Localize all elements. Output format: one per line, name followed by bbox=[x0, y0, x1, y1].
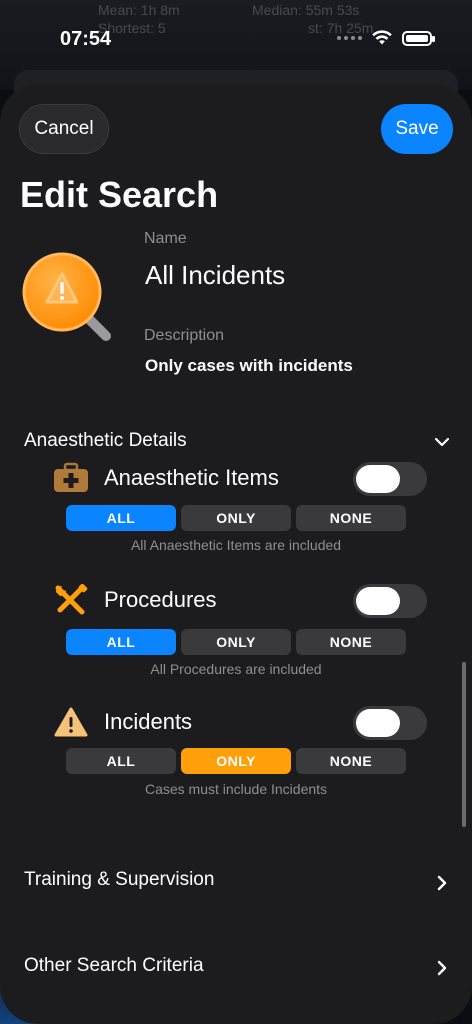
status-time: 07:54 bbox=[60, 28, 112, 50]
tools-icon bbox=[55, 584, 88, 615]
scrollbar[interactable] bbox=[462, 662, 466, 827]
chevron-down-icon[interactable] bbox=[434, 434, 450, 450]
chevron-right-icon[interactable] bbox=[436, 959, 448, 977]
incidents-none[interactable]: NONE bbox=[296, 748, 406, 774]
incidents-only[interactable]: ONLY bbox=[181, 748, 291, 774]
procedures-label: Procedures bbox=[104, 587, 217, 612]
procedures-none[interactable]: NONE bbox=[296, 629, 406, 655]
incidents-note: Cases must include Incidents bbox=[144, 781, 328, 797]
incidents-label: Incidents bbox=[104, 709, 193, 734]
section-title[interactable]: Anaesthetic Details bbox=[24, 430, 187, 452]
warning-magnifier-icon bbox=[22, 252, 111, 341]
warning-icon bbox=[54, 707, 88, 737]
cancel-button[interactable]: Cancel bbox=[19, 104, 109, 154]
battery-icon bbox=[402, 30, 435, 46]
incidents-all[interactable]: ALL bbox=[66, 748, 176, 774]
wifi-icon bbox=[372, 30, 392, 45]
medical-bag-icon bbox=[54, 462, 88, 492]
anaesthetic-items-all[interactable]: ALL bbox=[66, 505, 176, 531]
name-value[interactable]: All Incidents bbox=[145, 260, 285, 291]
anaesthetic-items-label: Anaesthetic Items bbox=[104, 465, 279, 490]
status-icons bbox=[337, 30, 435, 46]
signal-icon bbox=[337, 36, 362, 40]
procedures-all[interactable]: ALL bbox=[66, 629, 176, 655]
incidents-toggle[interactable] bbox=[353, 706, 427, 740]
name-label: Name bbox=[144, 230, 187, 247]
training-supervision-link[interactable]: Training & Supervision bbox=[24, 869, 214, 891]
description-label: Description bbox=[144, 327, 225, 344]
edit-search-sheet: Cancel Save Edit Search Name All Inciden… bbox=[0, 84, 472, 1024]
status-bar: 07:54 bbox=[0, 0, 472, 70]
procedures-toggle[interactable] bbox=[353, 584, 427, 618]
page-title: Edit Search bbox=[20, 174, 219, 215]
chevron-right-icon[interactable] bbox=[436, 874, 448, 892]
other-search-criteria-link[interactable]: Other Search Criteria bbox=[24, 955, 204, 977]
save-button[interactable]: Save bbox=[381, 104, 453, 154]
anaesthetic-items-none[interactable]: NONE bbox=[296, 505, 406, 531]
anaesthetic-items-only[interactable]: ONLY bbox=[181, 505, 291, 531]
anaesthetic-items-toggle[interactable] bbox=[353, 462, 427, 496]
procedures-note: All Procedures are included bbox=[150, 661, 322, 677]
procedures-only[interactable]: ONLY bbox=[181, 629, 291, 655]
description-value[interactable]: Only cases with incidents bbox=[145, 356, 353, 376]
anaesthetic-items-note: All Anaesthetic Items are included bbox=[130, 537, 342, 553]
